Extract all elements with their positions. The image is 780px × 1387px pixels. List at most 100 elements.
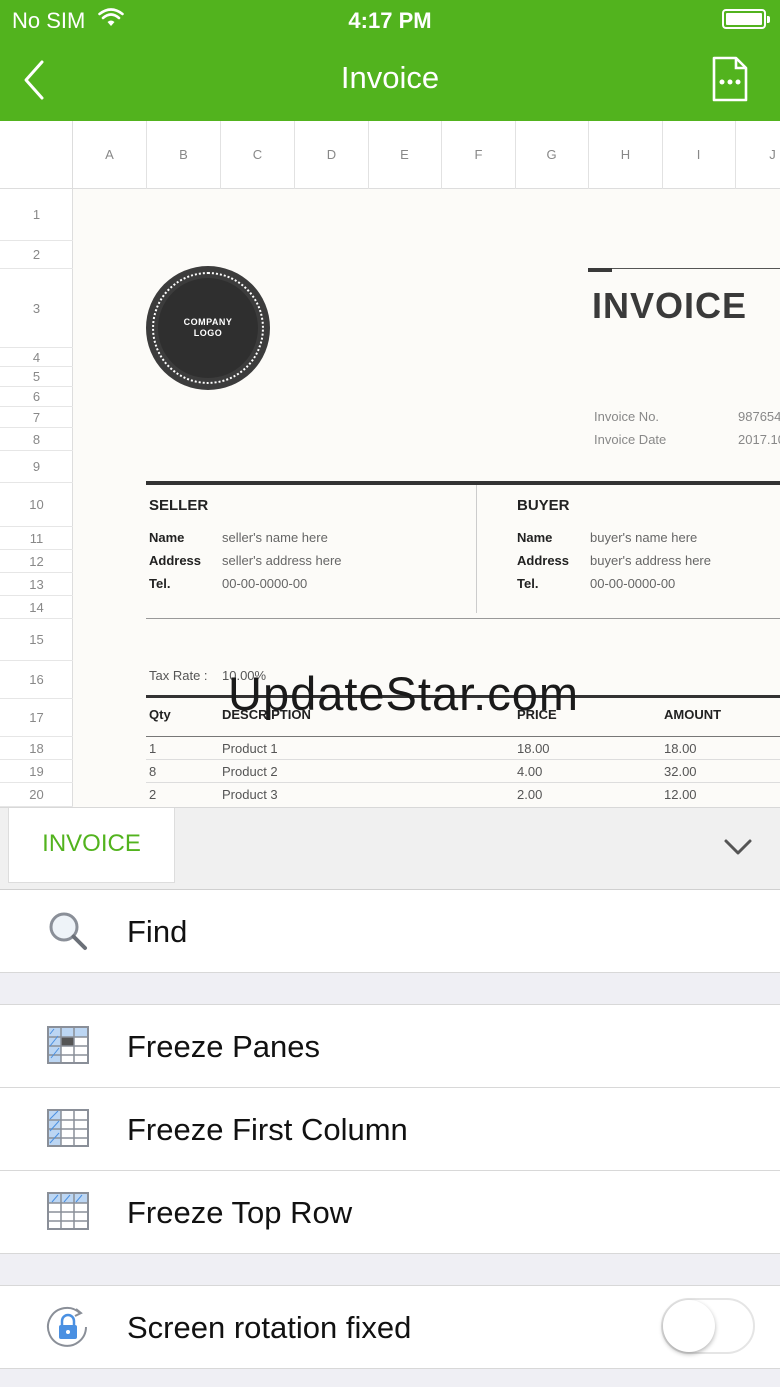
row-divider	[146, 759, 780, 760]
row-header-cell[interactable]: 3	[0, 269, 73, 348]
battery-icon	[722, 9, 770, 29]
buyer-tel-label: Tel.	[517, 576, 539, 591]
item-price: 18.00	[517, 741, 550, 756]
freeze-column-icon	[46, 1107, 90, 1151]
item-qty: 8	[149, 764, 157, 779]
buyer-heading: BUYER	[517, 497, 570, 514]
row-header-cell[interactable]: 14	[0, 596, 73, 619]
rotation-lock-icon	[46, 1305, 90, 1349]
buyer-tel-value: 00-00-0000-00	[590, 576, 676, 591]
row-header-cell[interactable]: 12	[0, 550, 73, 573]
row-header-cell[interactable]: 7	[0, 407, 73, 428]
column-header-cell[interactable]: J	[736, 121, 780, 189]
section-rule	[146, 618, 780, 619]
item-qty: 2	[149, 787, 157, 802]
invoice-date-label: Invoice Date	[594, 432, 667, 447]
seller-address-label: Address	[149, 553, 202, 568]
status-bar: No SIM 4:17 PM	[0, 0, 780, 40]
column-header-cell[interactable]: D	[295, 121, 369, 189]
row-header-cell[interactable]: 20	[0, 783, 73, 807]
row-header-cell[interactable]: 6	[0, 387, 73, 407]
column-header-cell[interactable]: B	[147, 121, 221, 189]
row-divider	[146, 782, 780, 783]
column-amount-header: AMOUNT	[664, 707, 722, 722]
column-header-cell[interactable]: G	[515, 121, 589, 189]
watermark: UpdateStar.com	[228, 667, 580, 720]
invoice-no-label: Invoice No.	[594, 409, 660, 424]
select-all-corner[interactable]	[0, 121, 73, 189]
row-header-cell[interactable]: 5	[0, 367, 73, 387]
freeze-first-column-menu-item[interactable]: Freeze First Column	[0, 1088, 780, 1170]
freeze-panes-menu-item[interactable]: Freeze Panes	[0, 1005, 780, 1087]
sheet-tab-bar: INVOICE	[0, 807, 780, 890]
column-header-cell[interactable]: A	[73, 121, 147, 189]
row-header-cell[interactable]: 16	[0, 661, 73, 699]
search-icon	[46, 909, 90, 953]
item-price: 4.00	[517, 764, 543, 779]
seller-name-value: seller's name here	[222, 530, 328, 545]
column-header-cell[interactable]: F	[442, 121, 516, 189]
freeze-row-icon	[46, 1190, 90, 1234]
column-header-cell[interactable]: C	[221, 121, 295, 189]
sheet-tab-invoice[interactable]: INVOICE	[8, 808, 175, 883]
item-amount: 12.00	[664, 787, 697, 802]
section-rule	[146, 481, 780, 485]
seller-heading: SELLER	[149, 497, 209, 514]
row-header-cell[interactable]: 13	[0, 573, 73, 596]
freeze-panes-label: Freeze Panes	[127, 1029, 320, 1064]
freeze-first-column-label: Freeze First Column	[127, 1112, 408, 1147]
app-screen: No SIM 4:17 PM Invoice A B C D E F G H I…	[0, 0, 780, 1387]
seller-tel-label: Tel.	[149, 576, 171, 591]
row-header-cell[interactable]: 18	[0, 737, 73, 760]
document-more-icon	[712, 56, 748, 102]
buyer-address-value: buyer's address here	[590, 553, 711, 568]
item-amount: 32.00	[664, 764, 697, 779]
row-header-cell[interactable]: 9	[0, 451, 73, 483]
item-qty: 1	[149, 741, 157, 756]
column-header: A B C D E F G H I J	[0, 121, 780, 189]
company-logo: COMPANY LOGO	[146, 266, 270, 390]
page-title: Invoice	[340, 60, 440, 95]
item-amount: 18.00	[664, 741, 697, 756]
seller-tel-value: 00-00-0000-00	[222, 576, 308, 591]
column-qty-header: Qty	[149, 707, 171, 722]
find-menu-item[interactable]: Find	[0, 890, 780, 972]
freeze-top-row-menu-item[interactable]: Freeze Top Row	[0, 1171, 780, 1253]
row-header-cell[interactable]: 17	[0, 699, 73, 737]
logo-text-line2: LOGO	[193, 328, 223, 338]
row-header-cell[interactable]: 11	[0, 527, 73, 550]
row-header-cell[interactable]: 10	[0, 483, 73, 527]
column-header-cell[interactable]: E	[368, 121, 442, 189]
row-header-cell[interactable]: 8	[0, 428, 73, 451]
row-header-cell[interactable]: 1	[0, 189, 73, 241]
logo-text-line1: COMPANY	[183, 317, 233, 327]
party-divider	[476, 485, 477, 613]
freeze-panes-icon	[46, 1024, 90, 1068]
column-header-cell[interactable]: H	[589, 121, 663, 189]
row-header-cell[interactable]: 19	[0, 760, 73, 783]
row-header-cell[interactable]: 4	[0, 348, 73, 367]
title-rule	[612, 268, 780, 269]
item-description: Product 3	[222, 787, 278, 802]
row-header-cell[interactable]: 15	[0, 619, 73, 661]
item-price: 2.00	[517, 787, 543, 802]
find-label: Find	[127, 914, 188, 949]
invoice-no-value: 987654	[738, 409, 780, 424]
row-header-cell[interactable]: 2	[0, 241, 73, 269]
rotation-lock-toggle[interactable]	[661, 1298, 755, 1354]
buyer-name-value: buyer's name here	[590, 530, 698, 545]
clock: 4:17 PM	[348, 8, 432, 33]
invoice-date-value: 2017.10	[738, 432, 780, 447]
top-bar: No SIM 4:17 PM Invoice	[0, 0, 780, 121]
invoice-title: INVOICE	[592, 285, 748, 326]
item-description: Product 2	[222, 764, 278, 779]
seller-address-value: seller's address here	[222, 553, 342, 568]
document-menu-button[interactable]	[710, 56, 750, 102]
buyer-name-label: Name	[517, 530, 553, 545]
seller-name-label: Name	[149, 530, 185, 545]
item-description: Product 1	[222, 741, 278, 756]
buyer-address-label: Address	[517, 553, 570, 568]
collapse-panel-button[interactable]	[720, 832, 756, 862]
column-header-cell[interactable]: I	[662, 121, 736, 189]
rotation-lock-label: Screen rotation fixed	[127, 1310, 412, 1345]
